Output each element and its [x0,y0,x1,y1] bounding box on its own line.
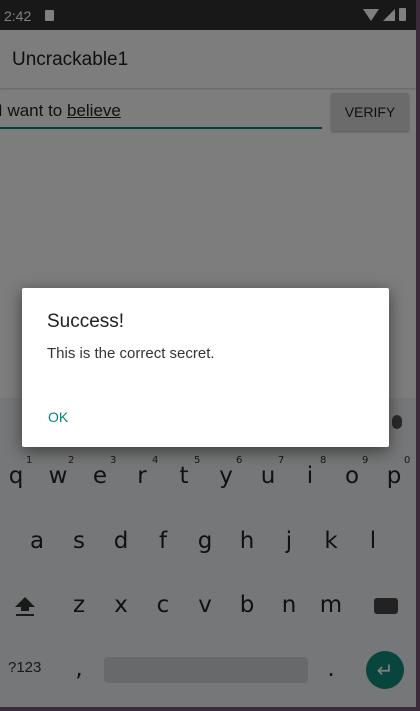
dialog-message: This is the correct secret. [47,345,215,362]
ok-button[interactable]: OK [48,409,68,425]
dialog-title: Success! [47,311,125,332]
device-screen: 2:42 Uncrackable1 I want to believe VERI… [0,0,420,711]
success-dialog: Success! This is the correct secret. OK [22,288,389,447]
